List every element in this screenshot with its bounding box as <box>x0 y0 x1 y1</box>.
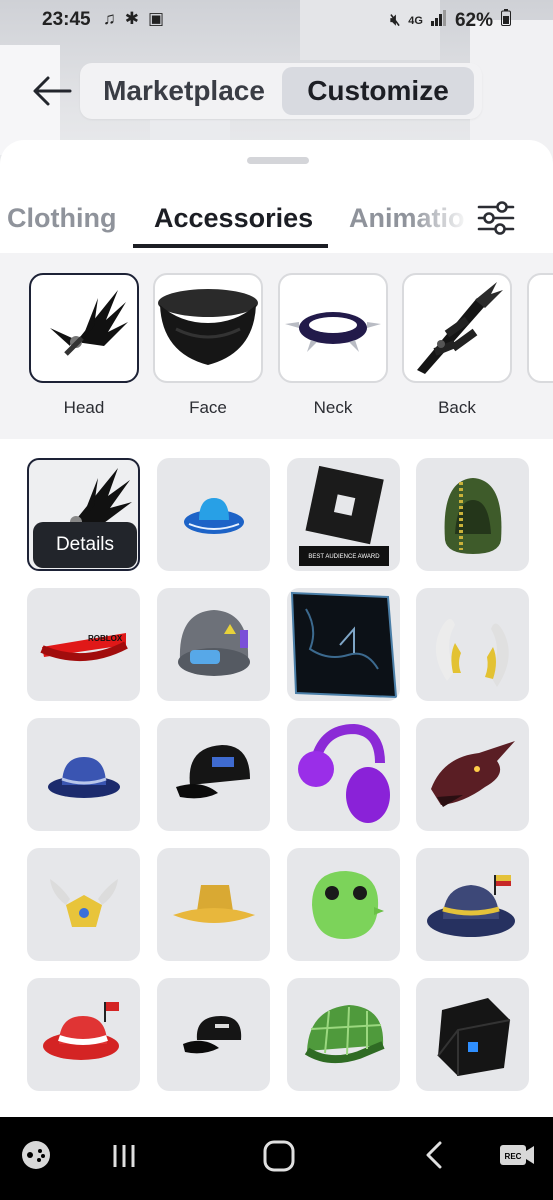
subcategory-next[interactable] <box>527 273 553 383</box>
accessory-item[interactable]: ROBLOX <box>27 588 140 701</box>
accessory-item[interactable]: Details <box>27 458 140 571</box>
accessory-item[interactable] <box>27 848 140 961</box>
subcategory-label: Back <box>438 398 476 417</box>
back-button[interactable] <box>30 72 74 110</box>
visor-text: ROBLOX <box>88 634 123 643</box>
subcategory-neck[interactable]: Neck <box>278 273 388 418</box>
horns-icon <box>435 618 509 687</box>
mute-icon: 🔇︎ <box>390 11 401 29</box>
subcategory-label: Head <box>63 398 105 417</box>
dragon-head-icon <box>430 740 515 807</box>
recent-apps-button[interactable] <box>108 1139 140 1176</box>
filter-button[interactable] <box>476 200 516 236</box>
record-camera-icon: REC <box>500 1145 534 1165</box>
red-cap-icon <box>42 1001 119 1060</box>
svg-text:REC: REC <box>505 1152 522 1161</box>
roblox-award-icon: BEST AUDIENCE AWARD <box>298 465 389 566</box>
accessory-item[interactable] <box>157 978 270 1091</box>
accessory-item[interactable] <box>287 718 400 831</box>
green-blob-icon <box>311 870 384 939</box>
segment-marketplace[interactable]: Marketplace <box>86 67 282 115</box>
accessory-item[interactable]: BEST AUDIENCE AWARD <box>287 458 400 571</box>
accessory-item[interactable] <box>157 458 270 571</box>
accessory-item[interactable] <box>416 588 529 701</box>
accessory-item[interactable] <box>416 848 529 961</box>
accessory-item[interactable] <box>416 458 529 571</box>
accessory-item[interactable] <box>287 588 400 701</box>
black-cap-icon <box>175 744 250 798</box>
accessory-item[interactable] <box>27 978 140 1091</box>
subcategory-label: Face <box>189 398 227 417</box>
signal-icon <box>430 9 447 32</box>
battery-percent: 62% <box>454 9 493 31</box>
yellow-bucket-hat-icon <box>172 884 255 923</box>
roblox-cap-icon <box>182 1015 241 1053</box>
gallery-icon: ▣ <box>148 9 165 28</box>
music-note-icon: ♫ <box>103 9 116 28</box>
accessory-item[interactable] <box>287 978 400 1091</box>
subcategory-back[interactable]: Back <box>402 273 512 418</box>
accessory-item[interactable] <box>27 718 140 831</box>
hard-hat-icon <box>177 609 250 676</box>
game-launcher-button[interactable] <box>20 1139 52 1176</box>
accessory-item[interactable] <box>416 718 529 831</box>
blue-cowboy-hat-icon <box>183 497 244 534</box>
winged-crown-icon <box>49 878 118 927</box>
back-arrow-icon <box>33 76 72 106</box>
home-icon <box>263 1140 295 1172</box>
award-plaque-text: BEST AUDIENCE AWARD <box>308 554 380 560</box>
tab-accessories[interactable]: Accessories <box>154 203 313 234</box>
back-nav-button[interactable] <box>420 1139 450 1176</box>
dark-cube-icon <box>290 591 397 698</box>
screen-record-button[interactable]: REC <box>498 1139 536 1176</box>
spiked-collar-icon <box>285 312 381 352</box>
subcategory-head[interactable]: Head <box>29 273 139 418</box>
accessory-item[interactable] <box>287 848 400 961</box>
accessory-item[interactable] <box>157 718 270 831</box>
gamepad-icon <box>22 1141 50 1169</box>
tab-clothing[interactable]: Clothing <box>7 203 116 234</box>
subcategory-face[interactable]: Face <box>153 273 263 418</box>
sheet-drag-handle[interactable] <box>247 157 309 164</box>
glowing-cube-icon <box>436 997 510 1076</box>
recent-apps-icon <box>113 1145 135 1167</box>
chevron-left-icon <box>426 1141 442 1169</box>
details-button[interactable]: Details <box>33 522 137 568</box>
notification-bug-icon: ✱ <box>124 9 139 28</box>
category-tabs: Clothing Accessories Animatio <box>0 195 553 251</box>
segment-customize[interactable]: Customize <box>282 67 474 115</box>
avatar-editor-sheet: Clothing Accessories Animatio Head Face … <box>0 140 553 1120</box>
accessory-item[interactable] <box>157 588 270 701</box>
network-label: 4G <box>408 14 423 27</box>
filter-sliders-icon <box>477 201 515 235</box>
red-visor-icon: ROBLOX <box>39 632 128 661</box>
wings-head-icon <box>50 290 128 356</box>
accessory-item[interactable] <box>157 848 270 961</box>
subcategory-label: Neck <box>313 398 353 417</box>
battery-icon <box>501 9 511 32</box>
green-hood-icon <box>444 477 501 554</box>
purple-earmuffs-icon <box>297 723 390 823</box>
blue-fedora-icon <box>47 756 120 798</box>
subcategory-row: Head Face Neck Back <box>0 253 553 439</box>
accessory-item[interactable] <box>416 978 529 1091</box>
navy-fedora-icon <box>426 874 515 937</box>
status-time: 23:45 <box>42 9 91 30</box>
home-button[interactable] <box>262 1139 296 1178</box>
status-bar: 23:45 ♫ ✱ ▣ 🔇︎ 4G 62% <box>0 0 553 40</box>
sword-icon <box>417 282 503 374</box>
plaid-cap-icon <box>304 1004 385 1063</box>
scarf-icon <box>158 289 258 365</box>
marketplace-customize-switch: Marketplace Customize <box>80 63 482 119</box>
selected-tab-indicator <box>133 244 328 248</box>
system-navigation-bar: REC <box>0 1117 553 1200</box>
